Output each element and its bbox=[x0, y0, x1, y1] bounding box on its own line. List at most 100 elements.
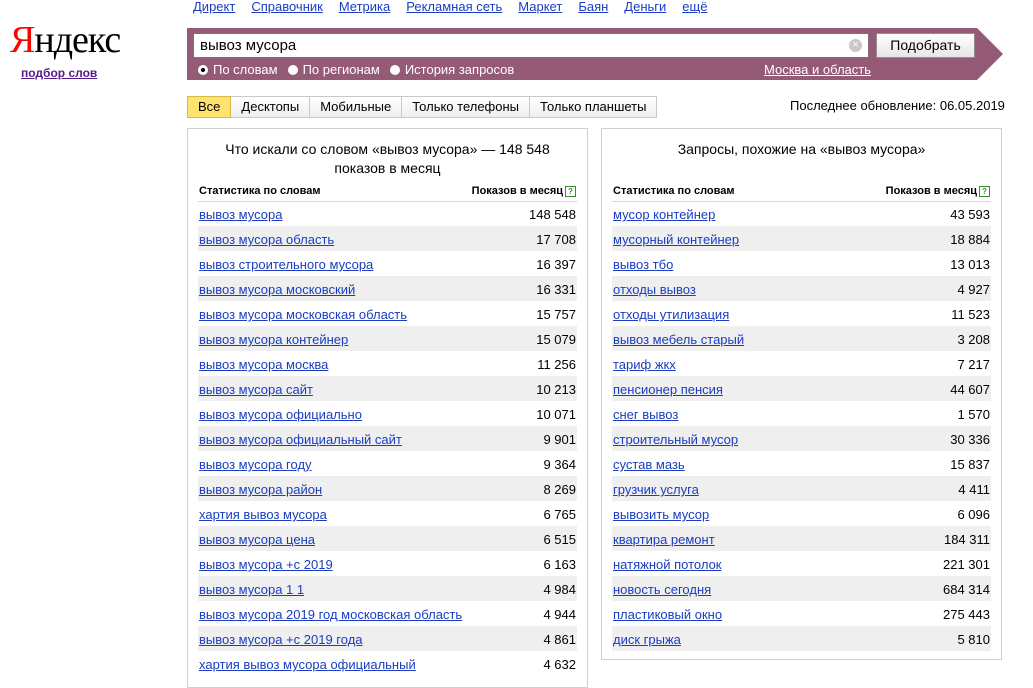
help-icon[interactable]: ? bbox=[565, 186, 576, 197]
keyword-link[interactable]: пенсионер пенсия bbox=[613, 382, 723, 397]
keyword-link[interactable]: снег вывоз bbox=[613, 407, 678, 422]
table-row: вывозить мусор 6 096 bbox=[612, 501, 991, 526]
nav-market[interactable]: Маркет bbox=[518, 0, 562, 16]
keyword-link[interactable]: вывоз мусора официально bbox=[199, 407, 362, 422]
shows-count: 16 331 bbox=[536, 282, 576, 297]
keyword-link[interactable]: хартия вывоз мусора bbox=[199, 507, 327, 522]
radio-by-regions[interactable]: По регионам bbox=[287, 62, 380, 78]
keyword-link[interactable]: вывоз мусора официальный сайт bbox=[199, 432, 402, 447]
keyword-link[interactable]: вывоз мусора московский bbox=[199, 282, 355, 297]
tab-all[interactable]: Все bbox=[187, 96, 232, 118]
shows-count: 5 810 bbox=[957, 632, 990, 647]
keyword-link[interactable]: вывоз мебель старый bbox=[613, 332, 744, 347]
table-row: вывоз мусора 148 548 bbox=[198, 201, 577, 226]
table-row: вывоз мусора 2019 год московская область… bbox=[198, 601, 577, 626]
shows-count: 18 884 bbox=[950, 232, 990, 247]
keyword-link[interactable]: вывоз мусора район bbox=[199, 482, 322, 497]
table-row: вывоз мусора московская область 15 757 bbox=[198, 301, 577, 326]
shows-count: 43 593 bbox=[950, 207, 990, 222]
column-header-label: Показов в месяц bbox=[471, 185, 563, 197]
table-row: мусор контейнер 43 593 bbox=[612, 201, 991, 226]
keyword-link[interactable]: квартира ремонт bbox=[613, 532, 715, 547]
device-tabs: Все Десктопы Мобильные Только телефоны Т… bbox=[187, 96, 658, 118]
nav-ad-network[interactable]: Рекламная сеть bbox=[406, 0, 502, 16]
keyword-link[interactable]: вывоз мусора сайт bbox=[199, 382, 313, 397]
tab-phones-only[interactable]: Только телефоны bbox=[402, 96, 531, 118]
keyword-link[interactable]: пластиковый окно bbox=[613, 607, 722, 622]
keyword-link[interactable]: вывоз мусора 2019 год московская область bbox=[199, 607, 462, 622]
keyword-link[interactable]: вывоз мусора контейнер bbox=[199, 332, 348, 347]
table-row: строительный мусор 30 336 bbox=[612, 426, 991, 451]
keyword-link[interactable]: хартия вывоз мусора официальный bbox=[199, 657, 416, 672]
keyword-link[interactable]: мусор контейнер bbox=[613, 207, 715, 222]
keyword-link[interactable]: вывозить мусор bbox=[613, 507, 709, 522]
table-row: тариф жкх 7 217 bbox=[612, 351, 991, 376]
column-header-label: Показов в месяц bbox=[885, 185, 977, 197]
keyword-link[interactable]: вывоз мусора москва bbox=[199, 357, 328, 372]
help-icon[interactable]: ? bbox=[979, 186, 990, 197]
table-row: хартия вывоз мусора официальный 4 632 bbox=[198, 651, 577, 676]
clear-icon[interactable]: × bbox=[849, 39, 862, 52]
table-row: мусорный контейнер 18 884 bbox=[612, 226, 991, 251]
table-row: натяжной потолок 221 301 bbox=[612, 551, 991, 576]
keyword-link[interactable]: вывоз мусора область bbox=[199, 232, 334, 247]
nav-more[interactable]: ещё bbox=[682, 0, 707, 16]
keyword-link[interactable]: вывоз мусора году bbox=[199, 457, 312, 472]
keyword-link[interactable]: сустав мазь bbox=[613, 457, 685, 472]
nav-bayan[interactable]: Баян bbox=[578, 0, 608, 16]
nav-direct[interactable]: Директ bbox=[193, 0, 235, 16]
logo-rest: ндекс bbox=[34, 19, 121, 61]
region-link[interactable]: Москва и область bbox=[764, 62, 871, 78]
keyword-link[interactable]: вывоз строительного мусора bbox=[199, 257, 373, 272]
tab-tablets-only[interactable]: Только планшеты bbox=[530, 96, 658, 118]
nav-directory[interactable]: Справочник bbox=[251, 0, 323, 16]
shows-count: 221 301 bbox=[943, 557, 990, 572]
keyword-link[interactable]: строительный мусор bbox=[613, 432, 738, 447]
keyword-link[interactable]: натяжной потолок bbox=[613, 557, 721, 572]
keyword-link[interactable]: вывоз тбо bbox=[613, 257, 673, 272]
keyword-link[interactable]: диск грыжа bbox=[613, 632, 681, 647]
tab-mobile[interactable]: Мобильные bbox=[310, 96, 403, 118]
wordstat-link[interactable]: подбор слов bbox=[21, 66, 97, 80]
similar-queries-panel: Запросы, похожие на «вывоз мусора» Стати… bbox=[601, 128, 1002, 660]
shows-count: 9 901 bbox=[543, 432, 576, 447]
radio-label: История запросов bbox=[404, 62, 515, 77]
column-header-shows: Показов в месяц? bbox=[472, 185, 576, 197]
search-input[interactable]: вывоз мусора × bbox=[193, 33, 869, 58]
shows-count: 30 336 bbox=[950, 432, 990, 447]
top-nav: Директ Справочник Метрика Рекламная сеть… bbox=[193, 0, 707, 16]
shows-count: 9 364 bbox=[543, 457, 576, 472]
keyword-link[interactable]: вывоз мусора 1 1 bbox=[199, 582, 304, 597]
keyword-link[interactable]: вывоз мусора bbox=[199, 207, 282, 222]
shows-count: 6 765 bbox=[543, 507, 576, 522]
table-row: вывоз тбо 13 013 bbox=[612, 251, 991, 276]
nav-metrika[interactable]: Метрика bbox=[339, 0, 390, 16]
shows-count: 10 071 bbox=[536, 407, 576, 422]
radio-history[interactable]: История запросов bbox=[389, 62, 515, 78]
shows-count: 4 927 bbox=[957, 282, 990, 297]
submit-button[interactable]: Подобрать bbox=[876, 33, 975, 58]
keyword-link[interactable]: вывоз мусора цена bbox=[199, 532, 315, 547]
keyword-link[interactable]: вывоз мусора +с 2019 bbox=[199, 557, 333, 572]
column-header-keyword: Статистика по словам bbox=[613, 185, 735, 197]
keyword-link[interactable]: отходы утилизация bbox=[613, 307, 729, 322]
tab-desktops[interactable]: Десктопы bbox=[231, 96, 311, 118]
table-row: сустав мазь 15 837 bbox=[612, 451, 991, 476]
keyword-link[interactable]: грузчик услуга bbox=[613, 482, 699, 497]
keyword-link[interactable]: отходы вывоз bbox=[613, 282, 696, 297]
shows-count: 6 515 bbox=[543, 532, 576, 547]
keyword-link[interactable]: новость сегодня bbox=[613, 582, 711, 597]
shows-count: 11 523 bbox=[951, 307, 990, 322]
keyword-link[interactable]: вывоз мусора московская область bbox=[199, 307, 407, 322]
radio-checked-icon bbox=[198, 65, 208, 75]
yandex-logo[interactable]: Яндекс bbox=[10, 19, 121, 61]
radio-by-words[interactable]: По словам bbox=[198, 62, 278, 78]
keyword-link[interactable]: тариф жкх bbox=[613, 357, 676, 372]
keyword-link[interactable]: мусорный контейнер bbox=[613, 232, 739, 247]
table-row: вывоз мусора москва 11 256 bbox=[198, 351, 577, 376]
shows-count: 6 163 bbox=[543, 557, 576, 572]
search-mode-radios: По словам По регионам История запросов bbox=[198, 62, 524, 78]
nav-money[interactable]: Деньги bbox=[624, 0, 666, 16]
keyword-link[interactable]: вывоз мусора +с 2019 года bbox=[199, 632, 363, 647]
table-row: вывоз мусора московский 16 331 bbox=[198, 276, 577, 301]
